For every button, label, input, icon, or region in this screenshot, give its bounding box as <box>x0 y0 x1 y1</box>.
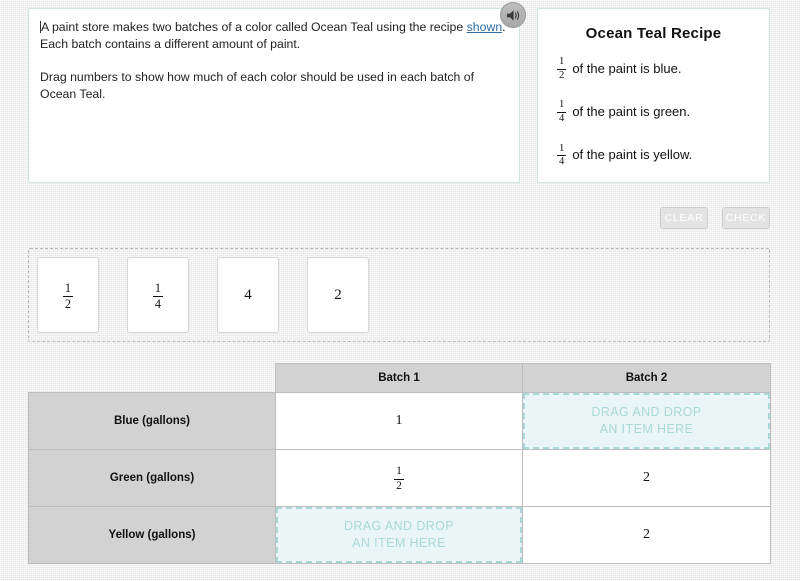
fraction-denominator: 2 <box>62 295 74 311</box>
fraction-numerator: 1 <box>154 281 162 296</box>
table-row: Yellow (gallons) DRAG AND DROP AN ITEM H… <box>28 506 771 564</box>
dropzone[interactable]: DRAG AND DROP AN ITEM HERE <box>276 507 522 563</box>
recipe-title: Ocean Teal Recipe <box>585 25 722 42</box>
table-corner-cell <box>29 364 276 393</box>
recipe-text-blue: of the paint is blue. <box>572 60 682 76</box>
speaker-icon <box>506 9 521 22</box>
answer-table: Batch 1 Batch 2 Blue (gallons) 1 DRAG AN… <box>28 363 771 564</box>
fraction-numerator: 1 <box>396 465 402 478</box>
cell-fraction: 1 2 <box>394 465 404 492</box>
dropzone-line-1: DRAG AND DROP <box>343 519 455 533</box>
cell-yellow-batch2[interactable]: 2 <box>522 506 771 564</box>
row-label-yellow: Yellow (gallons) <box>28 506 276 564</box>
recipe-fraction-yellow: 1 4 <box>557 142 567 168</box>
shown-link[interactable]: shown <box>467 20 503 34</box>
cell-value: 2 <box>643 527 650 542</box>
audio-play-button[interactable] <box>500 2 526 28</box>
instruction-panel: A paint store makes two batches of a col… <box>28 8 520 183</box>
recipe-line-blue: 1 2 of the paint is blue. <box>557 56 759 80</box>
fraction-numerator: 1 <box>559 56 565 67</box>
instruction-paragraph-1: A paint store makes two batches of a col… <box>40 19 507 52</box>
recipe-line-yellow: 1 4 of the paint is yellow. <box>557 143 759 167</box>
tile-bank: 1 2 1 4 4 2 <box>28 248 770 342</box>
fraction-denominator: 4 <box>557 111 567 124</box>
recipe-panel: Ocean Teal Recipe 1 2 of the paint is bl… <box>537 8 770 183</box>
cell-green-batch1[interactable]: 1 2 <box>275 449 523 507</box>
fraction-denominator: 4 <box>152 295 164 311</box>
fraction-denominator: 4 <box>557 155 567 168</box>
instruction-paragraph-2: Drag numbers to show how much of each co… <box>40 70 475 101</box>
tile-value: 2 <box>334 286 342 303</box>
table-row: Blue (gallons) 1 DRAG AND DROP AN ITEM H… <box>28 392 771 450</box>
dropzone[interactable]: DRAG AND DROP AN ITEM HERE <box>523 393 770 449</box>
table-header-row: Batch 1 Batch 2 <box>29 363 771 393</box>
draggable-tile[interactable]: 1 4 <box>127 257 189 333</box>
row-label-blue: Blue (gallons) <box>28 392 276 450</box>
cell-blue-batch2[interactable]: DRAG AND DROP AN ITEM HERE <box>522 392 771 450</box>
recipe-fraction-green: 1 4 <box>557 99 567 124</box>
draggable-tile[interactable]: 1 2 <box>37 257 99 333</box>
fraction-numerator: 1 <box>559 142 565 154</box>
dropzone-line-2: AN ITEM HERE <box>599 422 694 436</box>
tile-fraction: 1 4 <box>152 281 164 311</box>
dropzone-line-2: AN ITEM HERE <box>352 536 446 550</box>
fraction-numerator: 1 <box>64 281 72 296</box>
check-button[interactable]: CHECK <box>722 207 770 229</box>
cell-value: 2 <box>643 470 650 485</box>
recipe-text-green: of the paint is green. <box>572 103 691 119</box>
draggable-tile[interactable]: 4 <box>217 257 279 333</box>
cell-yellow-batch1[interactable]: DRAG AND DROP AN ITEM HERE <box>275 506 523 564</box>
tile-fraction: 1 2 <box>62 281 74 311</box>
column-header-batch1: Batch 1 <box>275 363 523 393</box>
fraction-numerator: 1 <box>559 99 565 111</box>
instruction-text-before-link: A paint store makes two batches of a col… <box>41 20 467 34</box>
activity-stage: A paint store makes two batches of a col… <box>0 0 800 581</box>
dropzone-line-1: DRAG AND DROP <box>591 405 702 419</box>
recipe-fraction-blue: 1 2 <box>557 56 567 81</box>
draggable-tile[interactable]: 2 <box>307 257 369 333</box>
cell-green-batch2[interactable]: 2 <box>522 449 771 507</box>
recipe-text-yellow: of the paint is yellow. <box>572 147 693 163</box>
cell-blue-batch1[interactable]: 1 <box>275 392 523 450</box>
fraction-denominator: 2 <box>557 68 567 81</box>
column-header-batch2: Batch 2 <box>522 363 771 393</box>
clear-button[interactable]: CLEAR <box>660 207 708 229</box>
recipe-line-green: 1 4 of the paint is green. <box>557 99 759 124</box>
table-row: Green (gallons) 1 2 2 <box>28 449 771 507</box>
tile-value: 4 <box>244 286 252 303</box>
cell-value: 1 <box>395 413 403 428</box>
row-label-green: Green (gallons) <box>28 449 276 507</box>
fraction-denominator: 2 <box>394 478 404 492</box>
